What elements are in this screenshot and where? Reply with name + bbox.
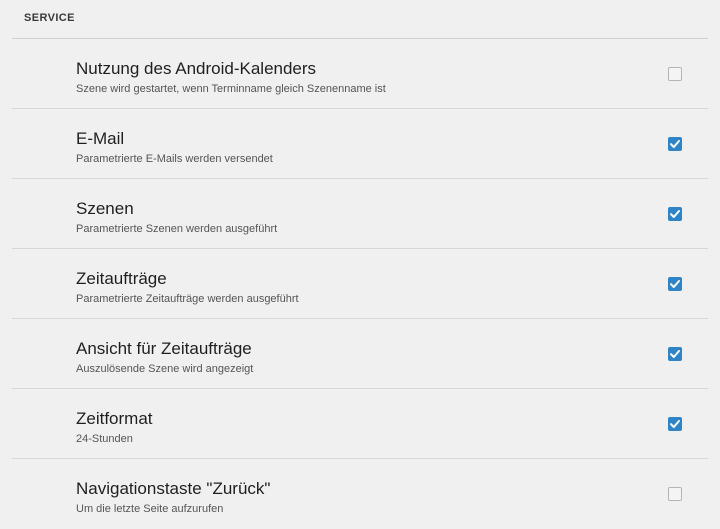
checkmark-icon <box>670 420 680 428</box>
setting-checkbox-time-format[interactable] <box>668 417 682 431</box>
section-title: SERVICE <box>24 12 75 24</box>
setting-subtitle: Parametrierte Szenen werden ausgeführt <box>76 223 278 235</box>
setting-checkbox-scenes[interactable] <box>668 207 682 221</box>
setting-title: Ansicht für Zeitaufträge <box>76 339 252 358</box>
checkmark-icon <box>670 350 680 358</box>
setting-row-scenes[interactable]: Szenen Parametrierte Szenen werden ausge… <box>12 179 708 249</box>
setting-title: Navigationstaste "Zurück" <box>76 479 271 498</box>
setting-checkbox-timer-view[interactable] <box>668 347 682 361</box>
setting-title: Zeitformat <box>76 409 153 428</box>
setting-title: Zeitaufträge <box>76 269 167 288</box>
setting-subtitle: Parametrierte Zeitaufträge werden ausgef… <box>76 293 299 305</box>
setting-row-time-format[interactable]: Zeitformat 24-Stunden <box>12 389 708 459</box>
setting-row-timer-view[interactable]: Ansicht für Zeitaufträge Auszulösende Sz… <box>12 319 708 389</box>
checkmark-icon <box>670 280 680 288</box>
setting-checkbox-email[interactable] <box>668 137 682 151</box>
setting-title: E-Mail <box>76 129 125 148</box>
setting-subtitle: Um die letzte Seite aufzurufen <box>76 503 224 515</box>
setting-checkbox-timers[interactable] <box>668 277 682 291</box>
setting-title: Nutzung des Android-Kalenders <box>76 59 317 78</box>
setting-row-timers[interactable]: Zeitaufträge Parametrierte Zeitaufträge … <box>12 249 708 319</box>
setting-subtitle: Auszulösende Szene wird angezeigt <box>76 363 254 375</box>
setting-row-android-calendar[interactable]: Nutzung des Android-Kalenders Szene wird… <box>12 39 708 109</box>
checkmark-icon <box>670 210 680 218</box>
setting-subtitle: Szene wird gestartet, wenn Terminname gl… <box>76 83 386 95</box>
setting-title: Szenen <box>76 199 134 218</box>
setting-checkbox-back-navigation[interactable] <box>668 487 682 501</box>
setting-checkbox-android-calendar[interactable] <box>668 67 682 81</box>
checkmark-icon <box>670 140 680 148</box>
settings-list: Nutzung des Android-Kalenders Szene wird… <box>12 39 708 529</box>
section-header: SERVICE <box>12 0 708 39</box>
setting-row-email[interactable]: E-Mail Parametrierte E-Mails werden vers… <box>12 109 708 179</box>
setting-subtitle: Parametrierte E-Mails werden versendet <box>76 153 273 165</box>
setting-subtitle: 24-Stunden <box>76 433 133 445</box>
